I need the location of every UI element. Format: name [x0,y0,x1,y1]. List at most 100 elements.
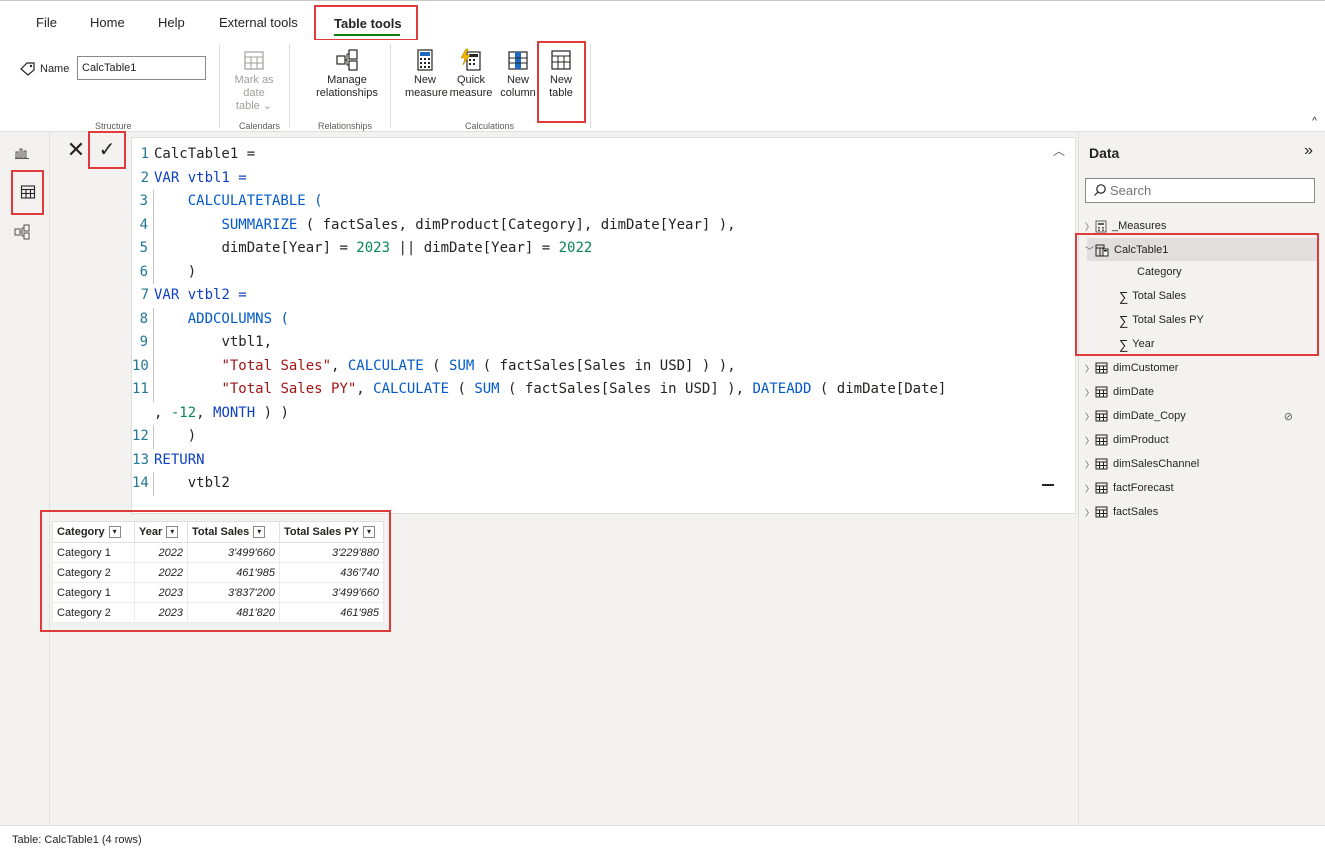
cell[interactable]: 3'229'880 [279,542,384,563]
data-pane-title: Data [1089,145,1120,161]
table-item-dimdate-copy[interactable]: 〉 dimDate_Copy ⊘ [1085,405,1315,427]
calendar-icon [244,51,264,70]
cell[interactable]: 481'820 [187,602,280,623]
code-lines: 1 CalcTable1 = 2 VAR vtbl1 = 3 CALCULATETA… [132,143,1052,496]
column-header-total-sales-py[interactable]: Total Sales PY ▾ [279,521,384,543]
menu-file[interactable]: File [36,15,57,30]
menu-home[interactable]: Home [90,15,125,30]
table-item-factforecast[interactable]: 〉 factForecast [1085,477,1315,499]
cell[interactable]: 3'499'660 [187,542,280,563]
collapse-ribbon-icon[interactable]: ^ [1312,116,1317,127]
new-measure-label-1: New [413,74,436,86]
quick-measure-button[interactable]: Quick measure [448,48,494,100]
chevron-right-icon: 〉 [1085,459,1095,470]
filter-dropdown-icon[interactable]: ▾ [253,526,266,539]
cell[interactable]: Category 2 [52,562,135,583]
column-header-category[interactable]: Category ▾ [52,521,135,543]
chevron-right-icon: 〉 [1085,221,1095,232]
group-label-calendars: Calendars [239,121,281,131]
chevron-right-icon: 〉 [1085,363,1095,374]
new-measure-button[interactable]: New measure [405,48,448,100]
table-view-button[interactable] [14,178,42,206]
mark-as-date-table-button[interactable]: Mark as date table ⌄ [226,48,282,113]
menu-table-tools[interactable]: Table tools [314,5,418,41]
hidden-eye-icon[interactable]: ⊘ [1284,410,1293,423]
cell[interactable]: 436'740 [279,562,384,583]
column-icon [508,51,528,70]
cancel-formula-button[interactable]: ✕ [64,138,88,162]
table-icon [1095,386,1108,398]
code-line: 12 ) [132,425,1052,449]
quick-measure-label-2: measure [449,87,493,99]
cell[interactable]: 2022 [134,562,188,583]
table-item-dimproduct[interactable]: 〉 dimProduct [1085,429,1315,451]
table-row: Category 1 2022 3'499'660 3'229'880 [52,542,384,563]
table-icon [1095,506,1108,518]
filter-dropdown-icon[interactable]: ▾ [363,526,375,539]
new-column-button[interactable]: New column [497,48,539,100]
chevron-right-icon: 〉 [1085,483,1095,494]
cell[interactable]: 2022 [134,542,188,563]
menu-external-tools[interactable]: External tools [219,15,298,30]
report-view-button[interactable] [8,138,36,166]
lightning-calculator-icon [460,48,481,71]
column-header-total-sales[interactable]: Total Sales ▾ [187,521,280,543]
tag-icon [20,62,35,76]
ribbon: Name Structure Mark as date table ⌄ Cale… [0,40,1325,132]
chevron-right-icon: 〉 [1085,435,1095,446]
mark-as-date-label-2: table ⌄ [235,100,273,112]
menu-table-tools-label: Table tools [334,16,402,31]
table-item-dimsaleschannel[interactable]: 〉 dimSalesChannel [1085,453,1315,475]
manage-relationships-button[interactable]: Manage relationships [310,48,384,100]
dax-editor[interactable]: 1 CalcTable1 = 2 VAR vtbl1 = 3 CALCULATETA… [131,137,1076,514]
cell[interactable]: 2023 [134,602,188,623]
header-row: Category ▾ Year ▾ Total Sales ▾ Total Sales… [52,521,384,543]
code-line: 2 VAR vtbl1 = [140,169,247,186]
code-line: 8 ADDCOLUMNS ( [132,307,1052,331]
table-item-dimcustomer[interactable]: 〉 dimCustomer [1085,357,1315,379]
collapse-editor-icon[interactable]: ︿ [1053,142,1065,159]
code-line: 5 dimDate[Year] = 2023 || dimDate[Year] … [132,237,1052,261]
table-name-input[interactable] [77,56,206,80]
group-label-calculations: Calculations [465,121,515,131]
name-label-text: Name [40,63,70,75]
measure-table-icon [1095,220,1107,232]
cell[interactable]: 461'985 [187,562,280,583]
search-input[interactable] [1085,178,1315,203]
calculator-icon [417,49,433,71]
chevron-right-icon: 〉 [1085,387,1095,398]
menu-bar: File Home Help External tools Table tool… [0,0,1325,41]
code-line: 7 VAR vtbl2 = [140,287,247,303]
commit-formula-button[interactable]: ✓ [88,131,126,169]
table-icon [1095,458,1108,470]
table-icon [1095,434,1108,446]
cell[interactable]: 3'499'660 [279,582,384,603]
cell[interactable]: 461'985 [279,602,384,623]
code-line: 4 SUMMARIZE ( factSales, dimProduct[Cate… [132,213,1052,237]
cell[interactable]: Category 1 [52,542,135,563]
filter-dropdown-icon[interactable]: ▾ [166,526,179,539]
menu-help[interactable]: Help [158,15,185,30]
table-item-dimdate[interactable]: 〉 dimDate [1085,381,1315,403]
ribbon-separator [219,44,220,128]
code-line: 9 vtbl1, [132,331,1052,355]
code-line: 10 "Total Sales", CALCULATE ( SUM ( fact… [132,354,1052,378]
data-grid: Category ▾ Year ▾ Total Sales ▾ Total Sales… [52,521,384,623]
collapse-pane-icon[interactable]: » [1304,142,1313,160]
cell[interactable]: 3'837'200 [187,582,280,603]
model-view-button[interactable] [8,218,36,246]
group-label-structure: Structure [95,121,132,131]
manage-rel-label-1: Manage [327,74,367,86]
cell[interactable]: 2023 [134,582,188,603]
status-text: Table: CalcTable1 (4 rows) [12,834,142,846]
table-item-factsales[interactable]: 〉 factSales [1085,501,1315,523]
cell[interactable]: Category 2 [52,602,135,623]
ribbon-separator [590,44,591,128]
column-header-year[interactable]: Year ▾ [134,521,188,543]
new-table-highlight [537,41,586,123]
data-pane: Data » 〉 _Measures ﹀ CalcTable1 Category… [1075,132,1325,825]
editor-resize-handle[interactable] [1042,484,1054,486]
cell[interactable]: Category 1 [52,582,135,603]
filter-dropdown-icon[interactable]: ▾ [108,526,121,539]
code-line: 14 vtbl2 [132,472,1052,496]
